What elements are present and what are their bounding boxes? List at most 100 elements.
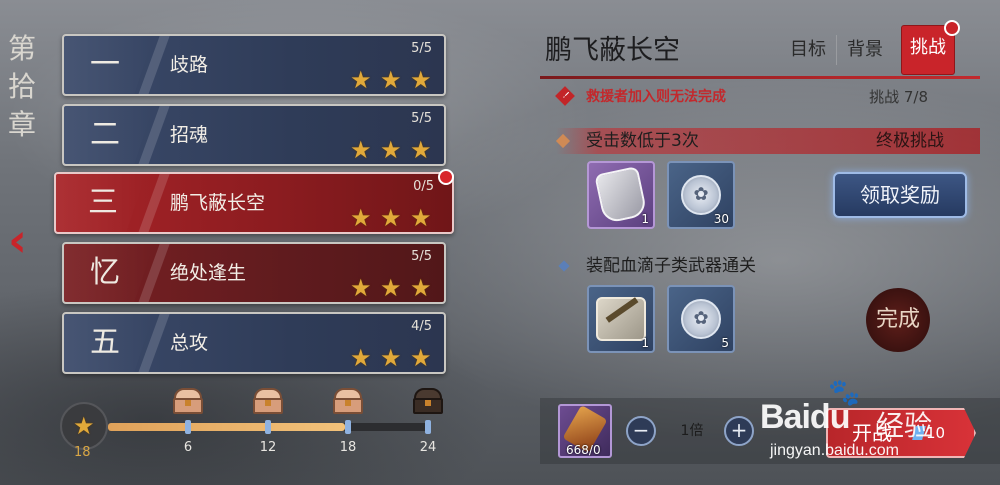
detail-tabs: 目标 背景 挑战	[780, 20, 960, 75]
star-icon: ★	[380, 274, 402, 302]
title-divider	[540, 76, 980, 79]
milestone-node	[265, 420, 271, 434]
star-icon: ★	[350, 136, 372, 164]
reward-slot[interactable]: 1	[587, 161, 655, 229]
reward-slot[interactable]: ✿ 30	[667, 161, 735, 229]
reward-qty: 1	[641, 212, 649, 226]
completed-seal: 完成	[866, 288, 930, 352]
alert-dot-icon	[438, 169, 454, 185]
stage-item-4[interactable]: 忆 绝处逢生 5/5 ★ ★ ★	[62, 242, 446, 304]
star-icon: ★	[350, 204, 372, 232]
star-icon: ★	[410, 204, 432, 232]
stage-item-1[interactable]: 一 歧路 5/5 ★ ★ ★	[62, 34, 446, 96]
back-arrow-icon[interactable]: ‹	[8, 215, 36, 265]
star-icon: ★	[380, 136, 402, 164]
bronze-chest-icon[interactable]	[251, 388, 285, 416]
star-icon: ★	[350, 344, 372, 372]
stage-item-3[interactable]: 三 鹏飞蔽长空 0/5 ★ ★ ★	[54, 172, 454, 234]
consumable-item-slot[interactable]: 668/0	[558, 404, 612, 458]
star-icon: ★	[380, 204, 402, 232]
dot-bullet-icon	[558, 260, 570, 272]
star-icon: ★	[73, 412, 95, 440]
stage-stars: ★ ★ ★	[350, 68, 434, 92]
goal-tag: 终极挑战	[876, 131, 944, 151]
bronze-chest-icon[interactable]	[171, 388, 205, 416]
watermark-url: jingyan.baidu.com	[770, 442, 899, 459]
alert-dot-icon	[944, 20, 960, 36]
diamond-bullet-icon	[555, 133, 571, 149]
tab-challenge-label: 挑战	[910, 37, 946, 58]
stage-stars: ★ ★ ★	[350, 276, 434, 300]
silver-coin-icon: ✿	[681, 299, 721, 339]
star-icon: ★	[410, 136, 432, 164]
stage-progress: 5/5	[411, 41, 432, 56]
milestone-label: 12	[259, 440, 277, 455]
challenge-count: 挑战 7/8	[869, 88, 928, 106]
star-icon: ★	[410, 344, 432, 372]
stage-item-2[interactable]: 二 招魂 5/5 ★ ★ ★	[62, 104, 446, 166]
stage-item-5[interactable]: 五 总攻 4/5 ★ ★ ★	[62, 312, 446, 374]
warning-row: ! 救援者加入则无法完成 挑战 7/8	[555, 86, 976, 108]
item-count: 668/0	[566, 443, 601, 457]
stage-stars: ★ ★ ★	[350, 346, 434, 370]
goal-row-2: 装配血滴子类武器通关	[556, 253, 980, 279]
stage-name: 鹏飞蔽长空	[170, 192, 266, 214]
reward-qty: 30	[713, 212, 729, 226]
tab-challenge[interactable]: 挑战	[901, 20, 960, 75]
goal-row-1: 受击数低于3次 终极挑战	[555, 128, 980, 154]
stage-number: 忆	[90, 255, 120, 290]
puzzle-piece-icon	[596, 297, 646, 341]
dark-chest-icon[interactable]	[411, 388, 445, 416]
stage-name: 招魂	[170, 124, 209, 146]
stage-progress: 4/5	[411, 319, 432, 334]
increase-button[interactable]: +	[724, 416, 754, 446]
star-icon: ★	[410, 274, 432, 302]
multiplier-value: 1倍	[680, 423, 704, 439]
stage-progress: 5/5	[411, 249, 432, 264]
goal-text: 受击数低于3次	[586, 131, 699, 151]
star-total-badge: ★	[60, 402, 108, 450]
stage-name: 歧路	[170, 54, 209, 76]
star-total-count: 18	[74, 445, 91, 460]
stage-number: 一	[90, 47, 120, 82]
stage-number: 三	[88, 185, 118, 220]
chapter-title-char: 拾	[7, 70, 36, 103]
tab-goal[interactable]: 目标	[780, 35, 836, 65]
reward-slot[interactable]: 1	[587, 285, 655, 353]
silver-coin-icon: ✿	[681, 175, 721, 215]
star-icon: ★	[380, 66, 402, 94]
milestone-label: 24	[419, 440, 437, 455]
multiplier-stepper: − 1倍 +	[626, 416, 756, 450]
milestone-node	[345, 420, 351, 434]
stage-stars: ★ ★ ★	[350, 138, 434, 162]
silver-badge-icon	[594, 165, 648, 225]
star-icon: ★	[410, 66, 432, 94]
goal-text: 装配血滴子类武器通关	[586, 256, 756, 276]
reward-slot[interactable]: ✿ 5	[667, 285, 735, 353]
claim-reward-button[interactable]: 领取奖励	[833, 172, 967, 218]
reward-qty: 1	[641, 336, 649, 350]
star-icon: ★	[350, 66, 372, 94]
stage-progress: 5/5	[411, 111, 432, 126]
stage-number: 五	[90, 325, 120, 360]
milestone-label: 18	[339, 440, 357, 455]
baidu-watermark: 🐾 Baidu 经验 jingyan.baidu.com	[760, 378, 1000, 468]
decrease-button[interactable]: −	[626, 416, 656, 446]
stage-name: 总攻	[170, 332, 209, 354]
star-icon: ★	[350, 274, 372, 302]
star-progress-fill	[108, 423, 345, 431]
stage-stars: ★ ★ ★	[350, 206, 434, 230]
stage-detail-title: 鹏飞蔽长空	[545, 35, 680, 66]
star-icon: ★	[380, 344, 402, 372]
chapter-title-char: 第	[7, 32, 36, 65]
stage-progress: 0/5	[413, 179, 434, 194]
bronze-chest-icon[interactable]	[331, 388, 365, 416]
watermark-cn: 经验	[876, 409, 933, 442]
chapter-title: 第 拾 章	[6, 30, 38, 144]
warning-text: 救援者加入则无法完成	[586, 89, 726, 105]
stage-number: 二	[90, 117, 120, 152]
warning-icon: !	[555, 86, 575, 106]
tab-background[interactable]: 背景	[836, 35, 893, 65]
watermark-brand: Baidu	[760, 398, 851, 437]
watermark-brand-du: du	[809, 398, 851, 436]
